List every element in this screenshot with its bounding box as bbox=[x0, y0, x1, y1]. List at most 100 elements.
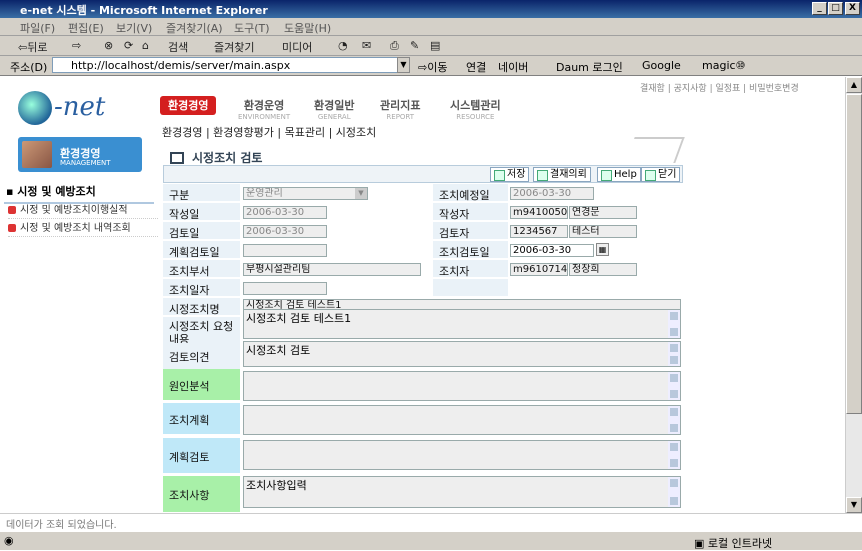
forward-button[interactable]: ⇨ bbox=[72, 39, 81, 52]
history-icon[interactable]: ◔ bbox=[338, 39, 348, 52]
plan-textarea[interactable] bbox=[243, 405, 681, 435]
write-date-field[interactable]: 2006-03-30 bbox=[243, 206, 327, 219]
links-label: 연결 bbox=[466, 61, 487, 74]
actor-id-field[interactable]: m9610714 bbox=[510, 263, 568, 276]
scroll-thumb[interactable] bbox=[846, 94, 862, 414]
print-icon[interactable]: ⎙ bbox=[390, 39, 399, 53]
address-dropdown-icon[interactable]: ▼ bbox=[397, 57, 410, 73]
plan-label: 조치계획 bbox=[163, 403, 241, 435]
textarea-scrollbar bbox=[668, 406, 680, 434]
type-select[interactable]: 운영관리 ▼ bbox=[243, 187, 368, 200]
bullet-icon bbox=[8, 206, 16, 214]
globe-icon bbox=[18, 91, 52, 125]
favorites-button[interactable]: 즐겨찾기 bbox=[214, 39, 254, 55]
nav-system[interactable]: 시스템관리 RESOURCE bbox=[450, 97, 501, 121]
reviewer-id-field[interactable]: 1234567 bbox=[510, 225, 568, 238]
action-name-label: 시정조치명 bbox=[163, 298, 241, 316]
review-date-field[interactable]: 2006-03-30 bbox=[243, 225, 327, 238]
search-button[interactable]: 검색 bbox=[168, 39, 188, 55]
window-title: e-net 시스템 - Microsoft Internet Explorer bbox=[20, 4, 268, 17]
window-titlebar: e-net 시스템 - Microsoft Internet Explorer … bbox=[0, 0, 862, 18]
textarea-scrollbar bbox=[668, 372, 680, 400]
blank-label bbox=[433, 279, 509, 297]
cause-textarea[interactable] bbox=[243, 371, 681, 401]
writer-name-field[interactable]: 연경문 bbox=[569, 206, 637, 219]
side-item-history[interactable]: 시정 및 예방조치 내역조회 bbox=[8, 219, 158, 237]
opinion-textarea[interactable]: 시정조치 검토 bbox=[243, 341, 681, 367]
banner-image bbox=[22, 141, 52, 168]
reviewer-label: 검토자 bbox=[433, 222, 509, 240]
close-button[interactable]: X bbox=[845, 2, 860, 15]
cause-label: 원인분석 bbox=[163, 369, 241, 401]
browser-toolbar: ⇦뒤로 ⇨ ⊗ ⟳ ⌂ 검색 즐겨찾기 미디어 ◔ ✉ ⎙ ✎ ▤ bbox=[0, 36, 862, 56]
result-label: 조치사항 bbox=[163, 476, 241, 513]
action-review-date-field[interactable]: 2006-03-30 bbox=[510, 244, 594, 257]
back-button[interactable]: ⇦뒤로 bbox=[18, 39, 47, 55]
refresh-icon[interactable]: ⟳ bbox=[124, 39, 133, 52]
request-textarea[interactable]: 시정조치 검토 테스트1 bbox=[243, 309, 681, 339]
chevron-down-icon: ▼ bbox=[355, 188, 367, 199]
close-page-button[interactable]: 닫기 bbox=[641, 167, 681, 182]
breadcrumb[interactable]: 환경경영 | 환경영향평가 | 목표관리 | 시정조치 bbox=[162, 124, 376, 140]
actor-label: 조치자 bbox=[433, 260, 509, 278]
reviewer-name-field[interactable]: 테스터 bbox=[569, 225, 637, 238]
textarea-scrollbar bbox=[668, 441, 680, 469]
mail-icon[interactable]: ✉ bbox=[362, 39, 371, 52]
calendar-icon[interactable]: ▦ bbox=[596, 243, 609, 256]
dept-field[interactable]: 부평시설관리팀 bbox=[243, 263, 421, 276]
top-links[interactable]: 결재함 | 공지사항 | 일정표 | 비밀번호변경 bbox=[640, 81, 799, 94]
ie-page-icon: ◉ bbox=[4, 534, 14, 547]
plan-review-date-label: 계획검토일 bbox=[163, 241, 241, 259]
type-label: 구분 bbox=[163, 184, 241, 202]
help-button[interactable]: Help bbox=[597, 167, 641, 182]
plan-review-date-field[interactable] bbox=[243, 244, 327, 257]
link-naver[interactable]: 네이버 bbox=[498, 59, 528, 75]
scroll-down-icon[interactable]: ▼ bbox=[846, 497, 862, 513]
action-date-field[interactable] bbox=[243, 282, 327, 295]
approval-request-button[interactable]: 결재의뢰 bbox=[533, 167, 591, 182]
stop-icon[interactable]: ⊗ bbox=[104, 39, 113, 52]
dept-label: 조치부서 bbox=[163, 260, 241, 278]
menu-file[interactable]: 파일(F) bbox=[20, 20, 55, 36]
nav-env-operation[interactable]: 환경운영 ENVIRONMENT bbox=[238, 97, 290, 121]
link-google[interactable]: Google bbox=[642, 59, 681, 72]
menu-help[interactable]: 도움말(H) bbox=[284, 20, 331, 36]
action-date-label: 조치일자 bbox=[163, 279, 241, 297]
discuss-icon[interactable]: ▤ bbox=[430, 39, 440, 52]
review-date-label: 검토일 bbox=[163, 222, 241, 240]
menu-view[interactable]: 보기(V) bbox=[116, 20, 152, 36]
go-button[interactable]: ⇨이동 bbox=[418, 59, 447, 75]
textarea-scrollbar bbox=[668, 310, 680, 338]
menu-edit[interactable]: 편집(E) bbox=[68, 20, 104, 36]
link-daum[interactable]: Daum 로그인 bbox=[556, 59, 623, 75]
media-button[interactable]: 미디어 bbox=[282, 39, 312, 55]
nav-env-general[interactable]: 환경일반 GENERAL bbox=[314, 97, 354, 121]
link-magic[interactable]: magic⑩ bbox=[702, 59, 745, 72]
nav-env-management[interactable]: 환경경영 bbox=[160, 96, 217, 115]
side-banner: 환경경영 MANAGEMENT bbox=[18, 137, 142, 172]
bullet-icon bbox=[8, 224, 16, 232]
result-textarea[interactable]: 조치사항입력 bbox=[243, 476, 681, 508]
nav-report[interactable]: 관리지표 REPORT bbox=[380, 97, 420, 121]
address-label: 주소(D) bbox=[10, 61, 48, 74]
scroll-up-icon[interactable]: ▲ bbox=[846, 77, 862, 93]
minimize-button[interactable]: _ bbox=[812, 2, 827, 15]
maximize-button[interactable]: □ bbox=[828, 2, 843, 15]
save-button[interactable]: 저장 bbox=[490, 167, 530, 182]
address-bar: 주소(D) http://localhost/demis/server/main… bbox=[0, 56, 862, 76]
note-icon bbox=[625, 137, 685, 163]
actor-name-field[interactable]: 정창희 bbox=[569, 263, 637, 276]
menu-favorites[interactable]: 즐겨찾기(A) bbox=[166, 20, 223, 36]
plan-date-field[interactable]: 2006-03-30 bbox=[510, 187, 594, 200]
home-icon[interactable]: ⌂ bbox=[142, 39, 149, 52]
edit-icon[interactable]: ✎ bbox=[410, 39, 419, 52]
page-title: 시정조치 검토 bbox=[170, 149, 262, 166]
writer-id-field[interactable]: m9410050 bbox=[510, 206, 568, 219]
plan-review-textarea[interactable] bbox=[243, 440, 681, 470]
textarea-scrollbar bbox=[668, 342, 680, 366]
logo[interactable]: -net bbox=[18, 91, 105, 125]
address-input[interactable]: http://localhost/demis/server/main.aspx bbox=[52, 57, 410, 73]
menu-tools[interactable]: 도구(T) bbox=[234, 20, 270, 36]
vertical-scrollbar[interactable]: ▲ ▼ bbox=[845, 77, 862, 513]
side-item-performance[interactable]: 시정 및 예방조치이행실적 bbox=[8, 201, 158, 219]
